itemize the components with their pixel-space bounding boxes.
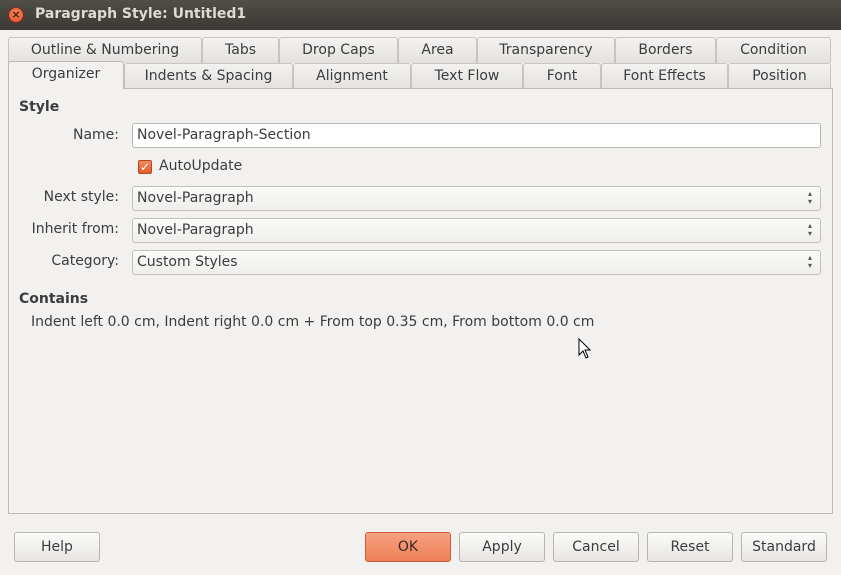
name-input[interactable]: Novel-Paragraph-Section <box>132 123 821 148</box>
tab-organizer[interactable]: Organizer <box>8 61 124 89</box>
tab-borders[interactable]: Borders <box>615 37 716 63</box>
title-bar: × Paragraph Style: Untitled1 <box>0 0 841 30</box>
style-section-title: Style <box>19 99 60 115</box>
tab-font-effects[interactable]: Font Effects <box>601 63 728 89</box>
next-style-value: Novel-Paragraph <box>137 190 254 206</box>
next-style-label: Next style: <box>43 189 119 205</box>
help-button[interactable]: Help <box>14 532 100 562</box>
contains-description: Indent left 0.0 cm, Indent right 0.0 cm … <box>31 314 595 330</box>
close-icon[interactable]: × <box>8 7 24 23</box>
inherit-from-select[interactable]: Novel-Paragraph ▴ ▾ <box>132 218 821 243</box>
organizer-panel: Style Name: Novel-Paragraph-Section ✓ Au… <box>8 88 833 514</box>
inherit-from-value: Novel-Paragraph <box>137 222 254 238</box>
tab-transparency[interactable]: Transparency <box>477 37 615 63</box>
cancel-button[interactable]: Cancel <box>553 532 639 562</box>
name-label: Name: <box>72 127 119 143</box>
apply-button[interactable]: Apply <box>459 532 545 562</box>
tab-drop-caps[interactable]: Drop Caps <box>279 37 398 63</box>
spin-arrows-icon: ▴ ▾ <box>807 189 812 206</box>
tab-outline-numbering[interactable]: Outline & Numbering <box>8 37 202 63</box>
autoupdate-checkbox[interactable]: ✓ <box>138 160 152 174</box>
tab-alignment[interactable]: Alignment <box>293 63 411 89</box>
next-style-select[interactable]: Novel-Paragraph ▴ ▾ <box>132 186 821 211</box>
category-label: Category: <box>51 253 119 269</box>
tab-position[interactable]: Position <box>728 63 831 89</box>
category-select[interactable]: Custom Styles ▴ ▾ <box>132 250 821 275</box>
reset-button[interactable]: Reset <box>647 532 733 562</box>
tab-text-flow[interactable]: Text Flow <box>411 63 523 89</box>
contains-section-title: Contains <box>19 291 89 307</box>
tab-font[interactable]: Font <box>523 63 601 89</box>
inherit-from-label: Inherit from: <box>31 221 119 237</box>
window-title: Paragraph Style: Untitled1 <box>35 6 247 22</box>
tab-indents-spacing[interactable]: Indents & Spacing <box>124 63 293 89</box>
spin-arrows-icon: ▴ ▾ <box>807 221 812 238</box>
ok-button[interactable]: OK <box>365 532 451 562</box>
category-value: Custom Styles <box>137 254 238 270</box>
standard-button[interactable]: Standard <box>741 532 827 562</box>
tab-tabs[interactable]: Tabs <box>202 37 279 63</box>
spin-arrows-icon: ▴ ▾ <box>807 253 812 270</box>
tab-area[interactable]: Area <box>398 37 477 63</box>
tab-condition[interactable]: Condition <box>716 37 831 63</box>
autoupdate-label[interactable]: AutoUpdate <box>159 158 242 174</box>
mouse-cursor-icon <box>578 338 592 359</box>
